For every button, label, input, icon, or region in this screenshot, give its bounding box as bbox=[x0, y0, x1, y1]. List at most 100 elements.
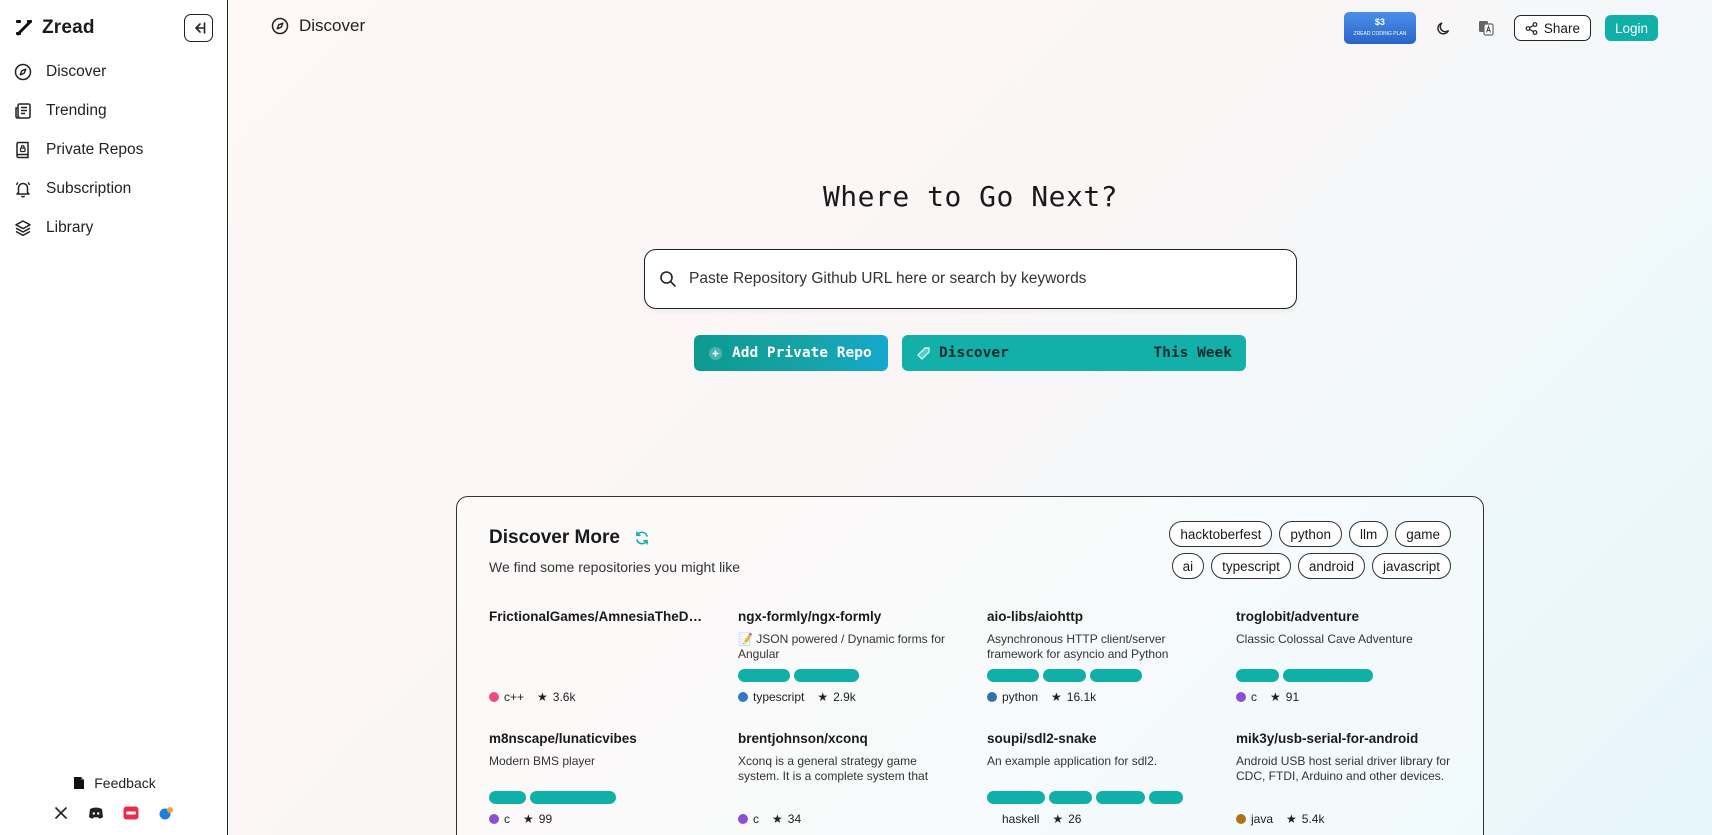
repo-meta: typescript ★ 2.9k bbox=[738, 690, 856, 704]
topic-tag[interactable]: ai bbox=[1171, 553, 1205, 579]
promo-price: $3 bbox=[1374, 17, 1385, 27]
repo-language: c++ bbox=[504, 690, 525, 704]
repo-topic-pills bbox=[489, 791, 616, 804]
repo-name[interactable]: brentjohnson/xconq bbox=[738, 731, 953, 746]
repo-description bbox=[489, 632, 704, 662]
discover-this-week-button[interactable]: Discover This Week bbox=[902, 335, 1246, 371]
repo-name[interactable]: m8nscape/lunaticvibes bbox=[489, 731, 704, 746]
topic-pill[interactable] bbox=[1090, 669, 1142, 682]
repo-topic-pills bbox=[987, 791, 1183, 804]
repo-language: c bbox=[1251, 690, 1257, 704]
discord-icon[interactable] bbox=[87, 804, 104, 821]
topic-tag[interactable]: llm bbox=[1348, 521, 1389, 547]
repo-card[interactable]: soupi/sdl2-snake An example application … bbox=[987, 731, 1202, 833]
plus-circle-icon bbox=[709, 346, 722, 360]
sidebar-item-subscription[interactable]: Subscription bbox=[0, 169, 228, 208]
brand-name: Zread bbox=[42, 17, 95, 38]
repo-name[interactable]: FrictionalGames/AmnesiaTheDa... bbox=[489, 609, 704, 624]
moon-icon bbox=[1437, 21, 1450, 34]
repo-name[interactable]: mik3y/usb-serial-for-android bbox=[1236, 731, 1451, 746]
repo-card[interactable]: m8nscape/lunaticvibes Modern BMS player … bbox=[489, 731, 704, 833]
repo-meta: c ★ 91 bbox=[1236, 690, 1299, 704]
zread-logo-icon bbox=[16, 20, 32, 36]
community-icon[interactable] bbox=[157, 804, 174, 821]
star-icon: ★ bbox=[1051, 690, 1062, 704]
sidebar-item-label: Library bbox=[46, 218, 94, 236]
login-button[interactable]: Login bbox=[1604, 15, 1658, 41]
repo-name[interactable]: troglobit/adventure bbox=[1236, 609, 1451, 624]
sidebar-item-trending[interactable]: Trending bbox=[0, 91, 228, 130]
language-dot bbox=[987, 814, 997, 824]
topic-tag[interactable]: hacktoberfest bbox=[1169, 521, 1273, 547]
repo-card[interactable]: mik3y/usb-serial-for-android Android USB… bbox=[1236, 731, 1451, 833]
sidebar-item-library[interactable]: Library bbox=[0, 208, 228, 247]
repo-name[interactable]: soupi/sdl2-snake bbox=[987, 731, 1202, 746]
sidebar-item-label: Trending bbox=[46, 101, 107, 119]
star-icon: ★ bbox=[523, 812, 534, 826]
topic-pill[interactable] bbox=[1049, 791, 1092, 804]
discover-more-subtitle: We find some repositories you might like bbox=[489, 559, 741, 575]
social-links bbox=[52, 804, 174, 821]
topic-pill[interactable] bbox=[1043, 669, 1086, 682]
brand[interactable]: Zread bbox=[14, 14, 95, 42]
feedback-label: Feedback bbox=[94, 775, 156, 791]
topic-tag[interactable]: javascript bbox=[1371, 553, 1451, 579]
xiaohongshu-icon[interactable] bbox=[122, 804, 139, 821]
language-dot bbox=[738, 814, 748, 824]
collapse-left-icon bbox=[194, 22, 205, 34]
repo-stars: 91 bbox=[1285, 690, 1300, 704]
topic-pill[interactable] bbox=[489, 791, 526, 804]
sidebar-item-discover[interactable]: Discover bbox=[0, 52, 228, 91]
repo-stars: 3.6k bbox=[552, 690, 576, 704]
topic-tag[interactable]: python bbox=[1279, 521, 1342, 547]
sidebar-item-private-repos[interactable]: Private Repos bbox=[0, 130, 228, 169]
topic-pill[interactable] bbox=[1096, 791, 1145, 804]
repo-grid: FrictionalGames/AmnesiaTheDa... c++ ★ 3.… bbox=[489, 609, 1451, 833]
page-title-text: Discover bbox=[299, 16, 366, 35]
language-toggle-button[interactable] bbox=[1472, 14, 1500, 42]
discover-more-title: Discover More bbox=[489, 527, 650, 549]
topic-tags: hacktoberfest python llm game ai typescr… bbox=[1131, 521, 1451, 579]
collapse-sidebar-button[interactable] bbox=[184, 14, 213, 42]
topic-pill[interactable] bbox=[1283, 669, 1373, 682]
discover-more-card: Discover More We find some repositories … bbox=[456, 496, 1484, 835]
share-button[interactable]: Share bbox=[1513, 15, 1591, 41]
repo-card[interactable]: FrictionalGames/AmnesiaTheDa... c++ ★ 3.… bbox=[489, 609, 704, 711]
repo-language: c bbox=[504, 812, 510, 826]
repo-description: Classic Colossal Cave Adventure bbox=[1236, 632, 1413, 646]
repo-card[interactable]: ngx-formly/ngx-formly 📝 JSON powered / D… bbox=[738, 609, 953, 711]
topic-pill[interactable] bbox=[987, 669, 1039, 682]
language-dot bbox=[1236, 814, 1246, 824]
refresh-icon[interactable] bbox=[634, 530, 650, 546]
topic-pill[interactable] bbox=[530, 791, 616, 804]
feedback-button[interactable]: Feedback bbox=[12, 770, 216, 796]
topic-tag[interactable]: android bbox=[1297, 553, 1365, 579]
search-box[interactable] bbox=[644, 249, 1297, 309]
main-area: Discover $3 ZREAD CODING PLAN Share Logi… bbox=[229, 0, 1712, 835]
repo-card[interactable]: brentjohnson/xconq Xconq is a general st… bbox=[738, 731, 953, 833]
discover-tag-icon bbox=[917, 346, 930, 360]
compass-icon bbox=[14, 63, 32, 80]
repo-description: 📝 JSON powered / Dynamic forms for Angul… bbox=[738, 632, 945, 661]
topic-pill[interactable] bbox=[1149, 791, 1183, 804]
repo-stars: 99 bbox=[538, 812, 553, 826]
topic-pill[interactable] bbox=[1236, 669, 1279, 682]
topic-pill[interactable] bbox=[794, 669, 859, 682]
topic-tag[interactable]: game bbox=[1395, 521, 1451, 547]
repo-topic-pills bbox=[1236, 669, 1373, 682]
repo-name[interactable]: ngx-formly/ngx-formly bbox=[738, 609, 953, 624]
topic-tag[interactable]: typescript bbox=[1211, 553, 1291, 579]
add-private-repo-button[interactable]: Add Private Repo bbox=[694, 335, 888, 371]
repo-card[interactable]: troglobit/adventure Classic Colossal Cav… bbox=[1236, 609, 1451, 711]
repo-card[interactable]: aio-libs/aiohttp Asynchronous HTTP clien… bbox=[987, 609, 1202, 711]
topic-pill[interactable] bbox=[738, 669, 790, 682]
promo-banner[interactable]: $3 ZREAD CODING PLAN bbox=[1343, 12, 1416, 44]
search-input[interactable] bbox=[689, 270, 1249, 288]
star-icon: ★ bbox=[1286, 812, 1297, 826]
theme-toggle-button[interactable] bbox=[1430, 14, 1458, 42]
topic-pill[interactable] bbox=[987, 791, 1045, 804]
x-twitter-icon[interactable] bbox=[52, 804, 69, 821]
repo-name[interactable]: aio-libs/aiohttp bbox=[987, 609, 1202, 624]
sidebar-item-label: Private Repos bbox=[46, 140, 144, 158]
sidebar-nav: Discover Trending Private Repos Subscrip… bbox=[0, 52, 228, 247]
